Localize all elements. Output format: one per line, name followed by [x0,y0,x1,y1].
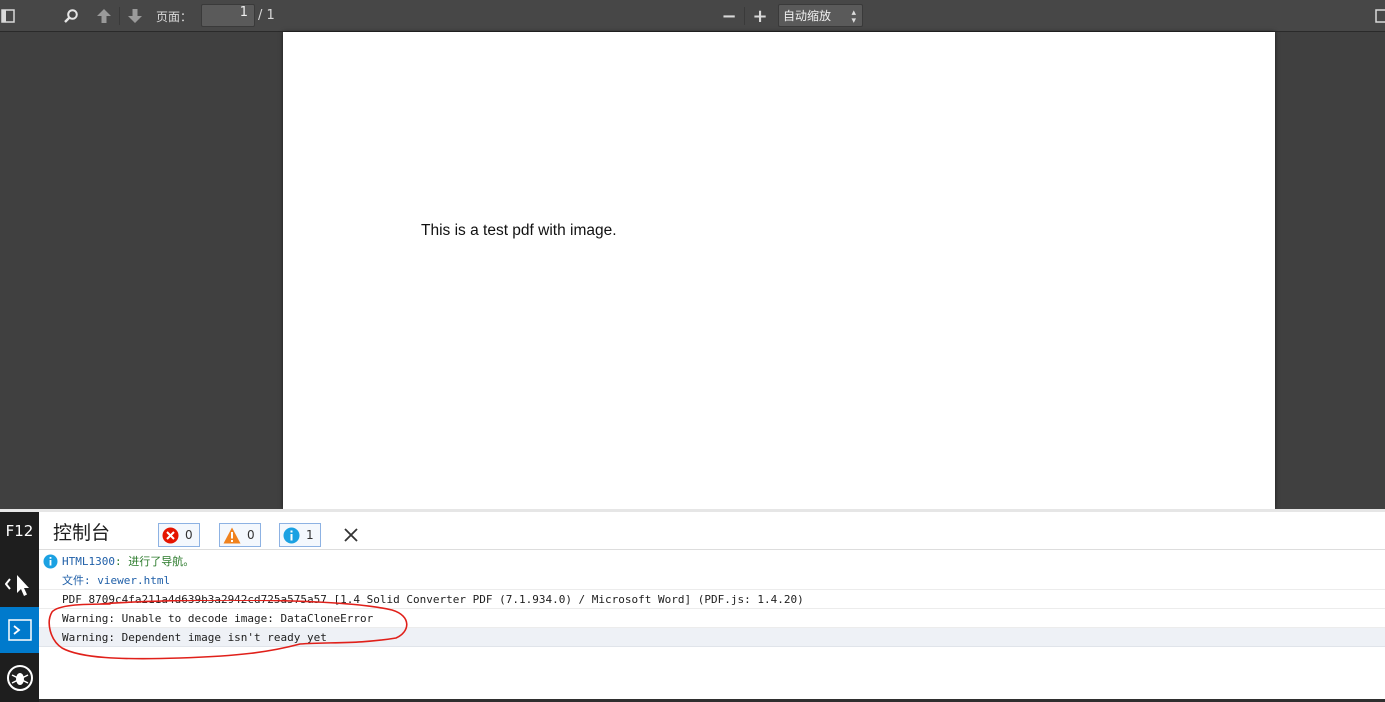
sidebar-toggle-icon [1,9,15,23]
previous-page-button[interactable] [94,4,114,28]
warning-filter-button[interactable]: 0 [219,523,261,547]
dom-explorer-tool[interactable] [0,561,39,607]
pdf-toolbar: 页面： 1 / 1 − + 自动缩放 ▴ ▾ [0,0,1385,32]
page-number-input[interactable]: 1 [201,4,255,27]
document-viewer[interactable]: This is a test pdf with image. [0,32,1385,509]
console-message[interactable]: 文件: viewer.html [39,571,1385,590]
search-icon [64,9,78,23]
close-icon [344,528,358,542]
zoom-out-button[interactable]: − [719,4,739,28]
console-header-divider [39,549,1385,550]
find-button[interactable] [60,4,82,28]
error-filter-button[interactable]: 0 [158,523,200,547]
error-icon [162,527,179,543]
pdf-page: This is a test pdf with image. [283,32,1275,509]
message-text: : 进行了导航。 [114,555,195,568]
console-tool[interactable] [0,607,39,653]
zoom-in-button[interactable]: + [750,4,770,28]
toolbar-divider [119,7,120,25]
info-icon [283,527,300,543]
sidebar-toggle-button[interactable] [0,4,16,28]
error-count: 0 [185,528,193,542]
info-icon [43,554,58,569]
presentation-mode-button[interactable] [1375,4,1385,28]
pdf-page-text: This is a test pdf with image. [421,222,617,239]
warning-icon [223,527,241,543]
arrow-down-icon [128,9,142,23]
arrow-up-icon [97,9,111,23]
page-total: / 1 [258,8,275,23]
console-title: 控制台 [53,522,111,544]
f12-label: F12 [5,522,34,540]
debugger-tool[interactable] [0,655,39,701]
page-label: 页面： [156,10,193,24]
console-icon [7,619,32,641]
console-message[interactable]: HTML1300: 进行了导航。 [39,552,1385,571]
message-file-link[interactable]: 文件: viewer.html [62,574,170,587]
next-page-button[interactable] [125,4,145,28]
zoom-select-value: 自动缩放 [783,9,832,23]
zoom-select[interactable]: 自动缩放 ▴ ▾ [778,4,863,27]
info-count: 1 [306,528,314,542]
select-arrows-icon: ▴ ▾ [851,8,856,26]
debugger-icon [6,665,33,691]
warning-count: 0 [247,528,255,542]
inspect-icon [4,575,29,596]
presentation-icon [1375,9,1385,23]
annotation-highlight [48,600,408,660]
message-code-link[interactable]: HTML1300 [62,555,115,568]
toolbar-divider [744,7,745,25]
info-filter-button[interactable]: 1 [279,523,321,547]
clear-console-button[interactable] [341,525,361,545]
devtools-sidebar: F12 [0,512,39,702]
